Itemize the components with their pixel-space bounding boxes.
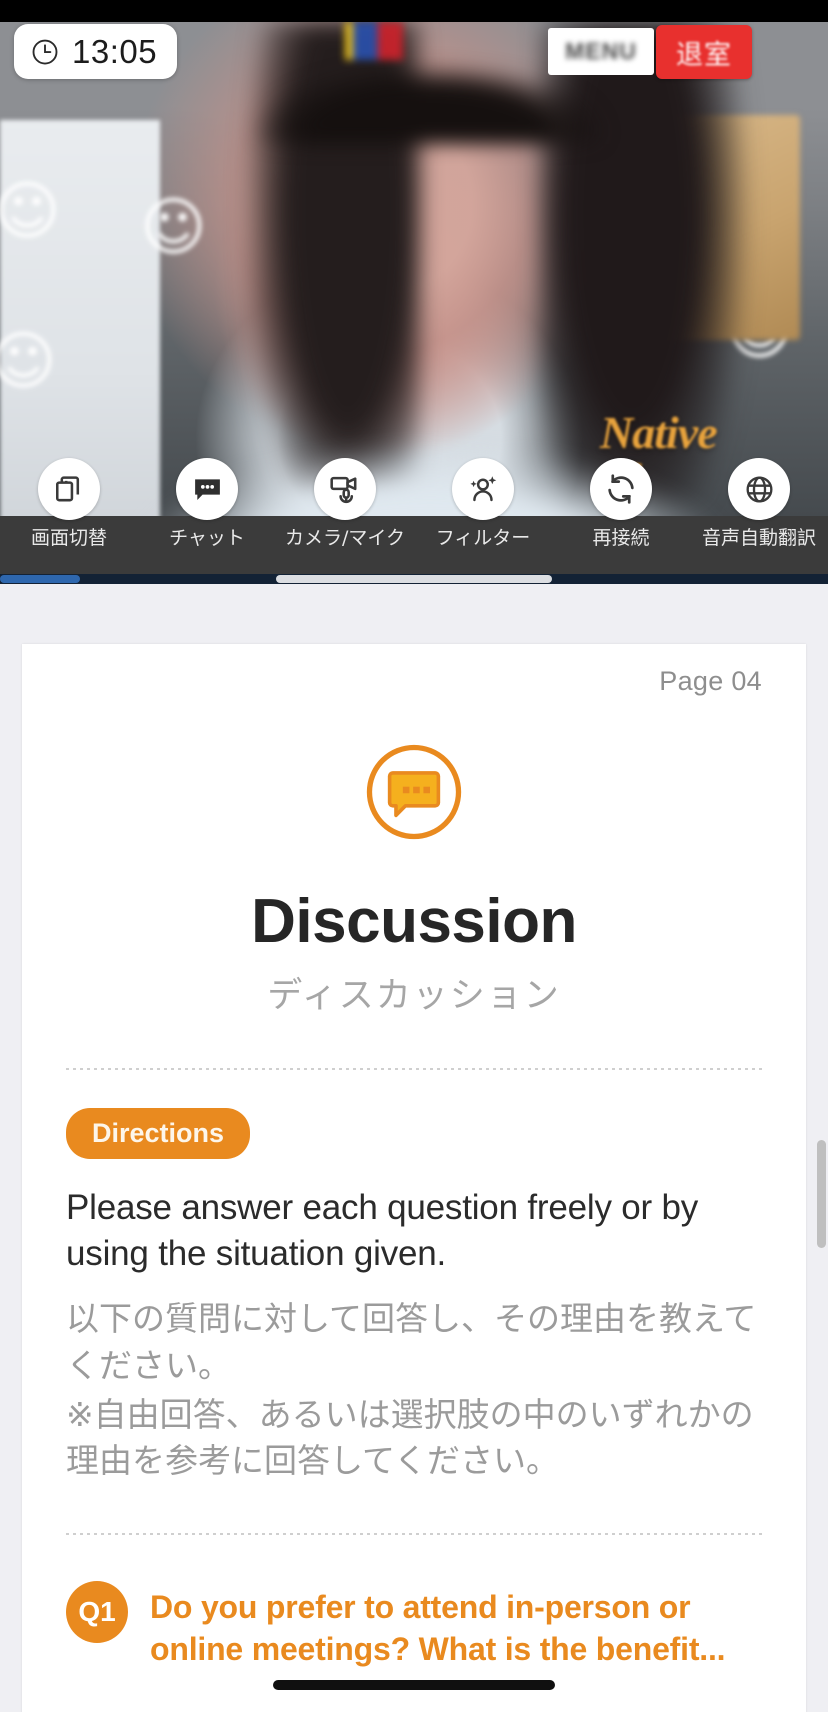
toolbar-item-filter[interactable]: フィルター [414,458,552,576]
horizontal-scrollbar-progress [0,575,80,583]
section-divider-2 [66,1533,762,1536]
toolbar-label: カメラ/マイク [284,527,406,549]
camera-mic-icon [314,458,376,520]
exit-room-label: 退室 [676,39,732,71]
directions-text-jp-2: ※自由回答、あるいは選択肢の中のいずれかの理由を参考に回答してください。 [66,1394,754,1481]
call-toolbar: 画面切替 チャット カメラ/マイク フィルター 再接続 音声自動翻訳 [0,458,828,576]
toolbar-item-chat[interactable]: チャット [138,458,276,576]
toolbar-item-camera-mic[interactable]: カメラ/マイク [276,458,414,576]
toolbar-label: フィルター [435,527,531,549]
globe-translate-icon [728,458,790,520]
toolbar-item-reconnect[interactable]: 再接続 [552,458,690,576]
vertical-scrollbar-thumb[interactable] [817,1140,826,1248]
question-text: Do you prefer to attend in-person or onl… [150,1589,726,1667]
video-call-pane[interactable]: ☺ ☺ ☺ ☺ ☺ Native C 13:05 MENU 退室 [0,0,828,578]
page-title: Discussion [251,887,577,956]
status-bar-spacer [0,0,828,22]
session-timer: 13:05 [14,24,178,79]
screen-root: ☺ ☺ ☺ ☺ ☺ Native C 13:05 MENU 退室 [0,0,828,1712]
exit-room-button[interactable]: 退室 [656,25,752,79]
chat-bubble-icon [176,458,238,520]
flag-overlay-icon [345,22,403,60]
page-subtitle: ディスカッション [267,976,561,1017]
menu-button[interactable]: MENU [548,28,654,75]
material-viewer[interactable]: Page 04 Discussion ディスカッション Directions P… [0,584,828,1712]
toolbar-label: 再接続 [592,527,650,549]
question-item: Q1 Do you prefer to attend in-person or … [66,1581,762,1670]
directions-text-jp-1: 以下の質問に対して回答し、その理由を教えてください。 [66,1298,757,1385]
toolbar-label: 画面切替 [30,527,107,549]
toolbar-item-auto-translate[interactable]: 音声自動翻訳 [690,458,828,576]
toolbar-item-screen-switch[interactable]: 画面切替 [0,458,138,576]
wall-decal-icon: ☺ [140,191,207,265]
question-number-badge: Q1 [66,1581,128,1644]
menu-button-label: MENU [565,38,637,64]
home-indicator [273,1680,555,1690]
filter-person-icon [452,458,514,520]
screen-switch-icon [38,458,100,520]
horizontal-scrollbar-thumb[interactable] [276,575,552,583]
directions-badge: Directions [66,1107,251,1159]
timer-value: 13:05 [72,33,158,70]
toolbar-label: チャット [169,527,245,549]
lesson-page: Page 04 Discussion ディスカッション Directions P… [22,644,806,1712]
toolbar-label: 音声自動翻訳 [701,527,816,549]
reconnect-icon [590,458,652,520]
wall-decal-icon: ☺ [0,325,57,399]
discussion-hero-icon-wrap [66,739,762,850]
chat-bubble-circle-icon [361,739,467,850]
clock-icon [30,37,60,67]
directions-text-en: Please answer each question freely or by… [66,1187,699,1274]
page-number: Page 04 [659,666,762,696]
wall-decal-icon: ☺ [0,175,61,249]
